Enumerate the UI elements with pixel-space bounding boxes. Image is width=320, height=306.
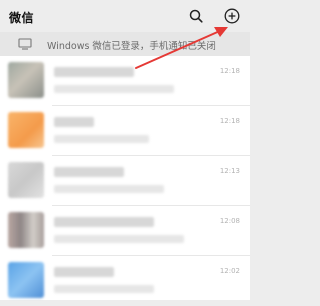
add-icon [224, 8, 240, 24]
chat-name-redacted [54, 117, 94, 127]
chat-list-item[interactable]: 12:02 [0, 256, 250, 306]
chat-list-item[interactable]: 12:18 [0, 106, 250, 156]
chat-name-redacted [54, 267, 114, 277]
chat-time: 12:02 [219, 267, 240, 275]
add-button[interactable] [222, 6, 242, 26]
avatar [8, 212, 44, 248]
search-icon [189, 9, 203, 23]
chat-time: 12:18 [219, 117, 240, 125]
chat-list-item[interactable]: 12:08 [0, 206, 250, 256]
chat-preview-redacted [54, 135, 149, 143]
chat-time: 12:08 [219, 217, 240, 225]
avatar [8, 162, 44, 198]
avatar [8, 262, 44, 298]
chat-name-redacted [54, 167, 124, 177]
chat-list-item[interactable]: 12:18 [0, 56, 250, 106]
avatar [8, 62, 44, 98]
login-status-banner[interactable]: Windows 微信已登录，手机通知已关闭 [0, 32, 250, 56]
chat-preview-redacted [54, 235, 184, 243]
chat-list: 12:18 12:18 12:13 12:08 12:02 [0, 56, 250, 300]
chat-time: 12:13 [219, 167, 240, 175]
chat-name-redacted [54, 67, 134, 77]
search-button[interactable] [186, 6, 206, 26]
chat-time: 12:18 [219, 67, 240, 75]
chat-name-redacted [54, 217, 154, 227]
chat-list-item[interactable]: 12:13 [0, 156, 250, 206]
desktop-monitor-icon [18, 38, 32, 50]
chat-preview-redacted [54, 285, 154, 293]
avatar [8, 112, 44, 148]
login-status-text: Windows 微信已登录，手机通知已关闭 [47, 41, 216, 52]
top-bar: 微信 [0, 0, 250, 32]
chat-preview-redacted [54, 85, 174, 93]
chat-preview-redacted [54, 185, 164, 193]
page-title: 微信 [9, 11, 35, 25]
